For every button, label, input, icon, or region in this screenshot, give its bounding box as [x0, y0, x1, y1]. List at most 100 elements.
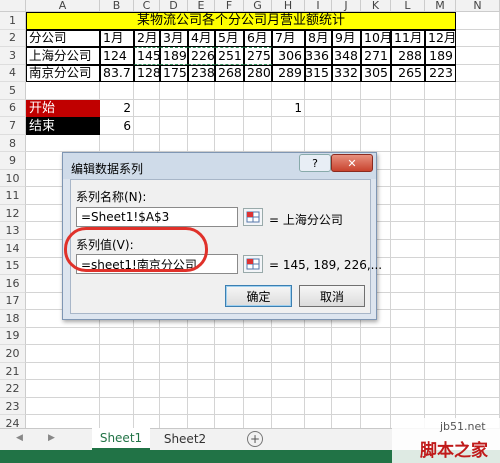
end-value-cell[interactable]: 6 — [100, 117, 134, 135]
tab-scroll-right-icon[interactable]: ▶ — [48, 433, 55, 443]
data-cell[interactable]: 275 — [244, 47, 272, 65]
row-header[interactable]: 16 — [0, 275, 26, 293]
data-cell[interactable]: 289 — [272, 64, 305, 83]
column-header[interactable]: I — [305, 0, 332, 12]
start-value-cell[interactable]: 2 — [100, 100, 134, 118]
close-button[interactable]: ✕ — [331, 154, 373, 172]
row-header[interactable]: 9 — [0, 152, 26, 170]
cancel-button[interactable]: 取消 — [299, 285, 365, 307]
data-cell[interactable]: 348 — [332, 47, 361, 65]
header-cell[interactable]: 8月 — [305, 29, 332, 48]
column-header[interactable]: D — [160, 0, 188, 12]
tab-sheet1-label: Sheet1 — [99, 431, 143, 445]
data-cell[interactable]: 175 — [160, 64, 188, 83]
sheet-title-cell[interactable]: 某物流公司各个分公司月营业额统计 — [26, 12, 456, 30]
data-cell[interactable]: 南京分公司 — [26, 64, 100, 83]
data-cell[interactable]: 315 — [305, 64, 332, 83]
tab-scroll-left-icon[interactable]: ◀ — [16, 433, 23, 443]
start-label-cell[interactable]: 开始 — [26, 99, 100, 118]
add-sheet-button[interactable]: + — [247, 431, 263, 447]
data-cell[interactable]: 288 — [391, 47, 425, 65]
row-header[interactable]: 11 — [0, 187, 26, 205]
data-cell[interactable]: 上海分公司 — [26, 47, 100, 65]
data-cell[interactable]: 189 — [425, 47, 456, 65]
ok-button[interactable]: 确定 — [225, 285, 292, 307]
start-h6-cell[interactable]: 1 — [272, 100, 305, 118]
series-values-preview: = 145, 189, 226,... — [269, 258, 383, 272]
data-cell[interactable]: 189 — [160, 47, 188, 65]
header-cell[interactable]: 9月 — [332, 29, 361, 48]
column-header[interactable]: J — [332, 0, 361, 12]
data-cell[interactable]: 268 — [215, 64, 244, 83]
series-name-input[interactable]: =Sheet1!$A$3 — [76, 207, 238, 227]
row-header[interactable]: 4 — [0, 64, 26, 83]
series-name-range-button[interactable] — [243, 208, 263, 226]
data-cell[interactable]: 128 — [134, 64, 160, 83]
column-header[interactable]: H — [272, 0, 305, 12]
tab-sheet2-label: Sheet2 — [163, 432, 207, 446]
header-cell[interactable]: 5月 — [215, 29, 244, 48]
row-header[interactable]: 22 — [0, 380, 26, 398]
header-cell[interactable]: 1月 — [100, 29, 134, 48]
data-cell[interactable]: 306 — [272, 47, 305, 65]
data-cell[interactable]: 271 — [361, 47, 391, 65]
header-cell[interactable]: 7月 — [272, 29, 305, 48]
row-header[interactable]: 13 — [0, 222, 26, 240]
data-cell[interactable]: 280 — [244, 64, 272, 83]
row-header[interactable]: 3 — [0, 47, 26, 65]
column-header[interactable]: L — [391, 0, 425, 12]
header-cell[interactable]: 11月 — [391, 29, 425, 48]
row-header[interactable]: 7 — [0, 117, 26, 135]
row-header[interactable]: 12 — [0, 204, 26, 223]
select-all-corner[interactable] — [0, 0, 26, 12]
data-cell[interactable]: 223 — [425, 64, 456, 83]
help-button[interactable]: ? — [299, 154, 331, 172]
data-cell[interactable]: 332 — [332, 64, 361, 83]
column-header[interactable]: B — [100, 0, 134, 12]
tab-sheet2[interactable]: Sheet2 — [155, 429, 215, 449]
data-cell[interactable]: 305 — [361, 64, 391, 83]
row-header[interactable]: 1 — [0, 12, 26, 30]
row-header[interactable]: 20 — [0, 345, 26, 363]
column-header[interactable]: C — [134, 0, 160, 12]
row-header[interactable]: 19 — [0, 327, 26, 346]
column-header[interactable]: A — [26, 0, 100, 12]
row-header[interactable]: 21 — [0, 362, 26, 381]
row-header[interactable]: 10 — [0, 169, 26, 188]
tab-sheet1[interactable]: Sheet1 — [92, 428, 150, 450]
data-cell[interactable]: 83.7 — [100, 64, 134, 83]
row-header[interactable]: 6 — [0, 99, 26, 118]
dialog-titlebar[interactable]: 编辑数据系列 ? ✕ — [63, 153, 376, 179]
header-cell[interactable]: 分公司 — [26, 29, 100, 48]
column-header[interactable]: F — [215, 0, 244, 12]
row-header[interactable]: 5 — [0, 82, 26, 100]
row-header[interactable]: 2 — [0, 29, 26, 48]
row-header[interactable]: 15 — [0, 257, 26, 276]
row-header[interactable]: 17 — [0, 292, 26, 311]
column-header[interactable]: G — [244, 0, 272, 12]
column-header[interactable]: E — [188, 0, 215, 12]
header-cell[interactable]: 2月 — [134, 29, 160, 48]
series-values-range-button[interactable] — [243, 255, 263, 273]
data-cell[interactable]: 336 — [305, 47, 332, 65]
column-header[interactable]: M — [425, 0, 456, 12]
column-header[interactable]: N — [456, 0, 500, 12]
data-cell[interactable]: 226 — [188, 47, 215, 65]
end-label-cell[interactable]: 结束 — [26, 117, 100, 135]
row-header[interactable]: 23 — [0, 397, 26, 416]
header-cell[interactable]: 4月 — [188, 29, 215, 48]
header-cell[interactable]: 6月 — [244, 29, 272, 48]
column-header[interactable]: K — [361, 0, 391, 12]
data-cell[interactable]: 124 — [100, 47, 134, 65]
row-header[interactable]: 14 — [0, 240, 26, 258]
grid-line — [26, 326, 500, 328]
row-header[interactable]: 18 — [0, 310, 26, 328]
data-cell[interactable]: 265 — [391, 64, 425, 83]
data-cell[interactable]: 251 — [215, 47, 244, 65]
header-cell[interactable]: 3月 — [160, 29, 188, 48]
data-cell[interactable]: 145 — [134, 47, 160, 65]
header-cell[interactable]: 10月 — [361, 29, 391, 48]
row-header[interactable]: 8 — [0, 134, 26, 153]
data-cell[interactable]: 238 — [188, 64, 215, 83]
header-cell[interactable]: 12月 — [425, 29, 456, 48]
